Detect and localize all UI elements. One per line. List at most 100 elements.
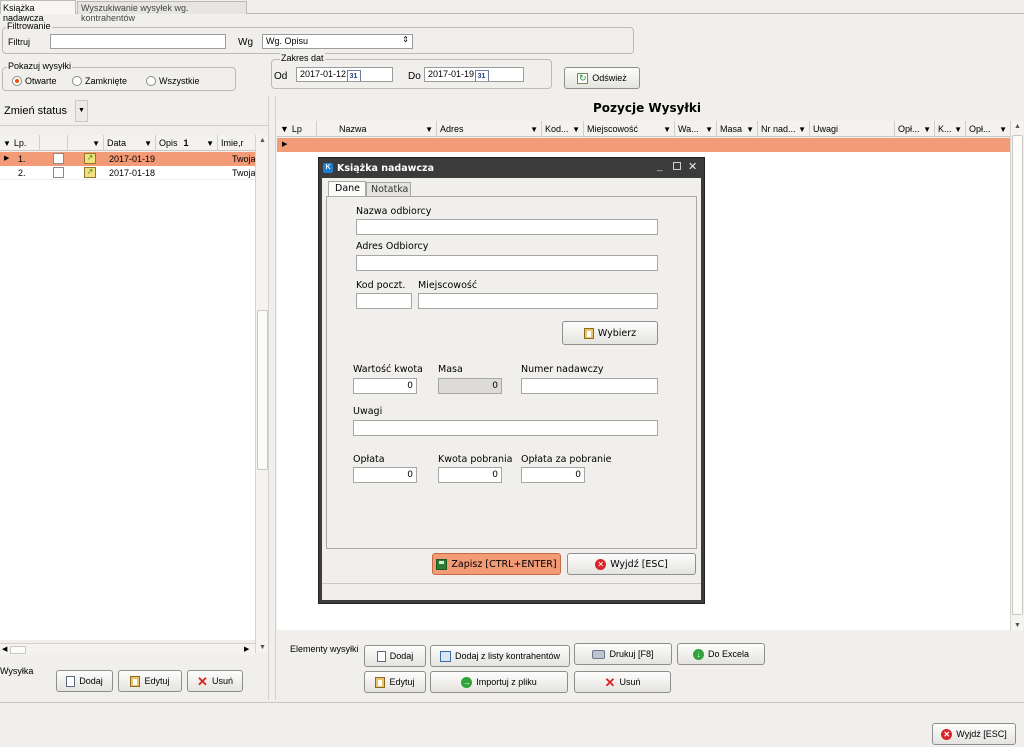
- tab-ksiazka-nadawcza[interactable]: Książka nadawcza: [0, 0, 76, 23]
- col-oplata-pobranie[interactable]: Opł... ▼: [966, 121, 1010, 137]
- fee-input[interactable]: 0: [353, 467, 417, 483]
- scroll-right-icon[interactable]: ▶: [244, 645, 249, 653]
- recipient-name-input[interactable]: [356, 219, 658, 235]
- date-from-value: 2017-01-12: [300, 69, 347, 79]
- print-button[interactable]: Drukuj [F8]: [574, 643, 672, 665]
- status-dropdown-icon[interactable]: ▼: [75, 100, 88, 122]
- scroll-thumb[interactable]: [1012, 135, 1023, 615]
- scroll-down-icon[interactable]: ▼: [1011, 622, 1024, 629]
- col-uwagi[interactable]: Uwagi: [810, 121, 895, 137]
- add-from-contacts-button[interactable]: Dodaj z listy kontrahentów: [430, 645, 570, 667]
- dialog-exit-button[interactable]: ✕ Wyjdź [ESC]: [567, 553, 696, 575]
- tab-notatka[interactable]: Notatka: [366, 182, 411, 196]
- col-data-label: Data: [107, 138, 127, 148]
- cod-fee-input[interactable]: 0: [521, 467, 585, 483]
- cod-input[interactable]: 0: [438, 467, 502, 483]
- hscroll-thumb[interactable]: [10, 646, 26, 654]
- wg-select[interactable]: Wg. Opisu ⇕: [262, 34, 413, 49]
- tab-bar: Książka nadawcza Wyszukiwanie wysyłek wg…: [0, 0, 1024, 23]
- envelope-arrow-icon: ↗: [84, 153, 96, 164]
- scroll-thumb[interactable]: [257, 310, 268, 470]
- address-input[interactable]: [356, 255, 658, 271]
- postcode-label: Kod poczt.: [356, 280, 406, 291]
- elements-delete-button[interactable]: ✕ Usuń: [574, 671, 671, 693]
- maximize-icon[interactable]: [673, 162, 681, 170]
- elements-add-button[interactable]: Dodaj: [364, 645, 426, 667]
- left-edit-button[interactable]: Edytuj: [118, 670, 182, 692]
- left-delete-button[interactable]: ✕ Usuń: [187, 670, 243, 692]
- elements-edit-button[interactable]: Edytuj: [364, 671, 426, 693]
- col-data[interactable]: Data ▼: [104, 135, 156, 151]
- minimize-icon[interactable]: _: [657, 161, 663, 172]
- cod-fee-label: Opłata za pobranie: [521, 454, 612, 465]
- right-scrollbar[interactable]: ▲ ▼: [1010, 121, 1023, 631]
- dialog-titlebar: K Książka nadawcza _ ✕: [319, 158, 704, 178]
- import-button[interactable]: → Importuj z pliku: [430, 671, 568, 693]
- elements-delete-label: Usuń: [619, 677, 641, 687]
- choose-button[interactable]: Wybierz: [562, 321, 658, 345]
- calendar-icon[interactable]: 31: [474, 70, 489, 81]
- left-scrollbar[interactable]: ▲ ▼: [255, 135, 268, 653]
- left-add-button[interactable]: Dodaj: [56, 670, 113, 692]
- table-row[interactable]: ▶ 1. ↗ 2017-01-19 Twoja: [0, 152, 256, 166]
- excel-button[interactable]: ↓ Do Excela: [677, 643, 765, 665]
- tab-dane[interactable]: Dane: [328, 181, 366, 196]
- radio-otwarte[interactable]: Otwarte: [12, 76, 57, 86]
- splitter[interactable]: [268, 96, 276, 700]
- city-input[interactable]: [418, 293, 658, 309]
- col-opis[interactable]: Opis 1 ▼: [156, 135, 218, 151]
- filtruj-input[interactable]: [50, 34, 226, 49]
- export-arrow-icon: ↓: [692, 648, 704, 660]
- col-masa[interactable]: Masa ▼: [717, 121, 758, 137]
- col-nazwa[interactable]: Nazwa ▼: [317, 121, 437, 137]
- table-row[interactable]: ▶: [277, 138, 1010, 152]
- funnel-icon: ▼: [572, 124, 580, 134]
- radio-dot-icon: [72, 76, 82, 86]
- tab-wyszukiwanie[interactable]: Wyszukiwanie wysyłek wg. kontrahentów: [77, 1, 247, 23]
- col-nr-nadawczy[interactable]: Nr nad... ▼: [758, 121, 810, 137]
- funnel-icon: ▼: [92, 138, 100, 148]
- col-icon[interactable]: ▼: [68, 135, 104, 151]
- status-label[interactable]: Zmień status: [4, 105, 67, 117]
- col-lp[interactable]: ▼ Lp: [277, 121, 317, 137]
- main-exit-button[interactable]: ✕ Wyjdź [ESC]: [932, 723, 1016, 745]
- col-lp[interactable]: ▼ Lp.: [0, 135, 40, 151]
- number-input[interactable]: [521, 378, 658, 394]
- notes-input[interactable]: [353, 420, 658, 436]
- row-checkbox[interactable]: [53, 167, 64, 178]
- col-adres[interactable]: Adres ▼: [437, 121, 542, 137]
- save-button[interactable]: Zapisz [CTRL+ENTER]: [432, 553, 561, 575]
- col-imie[interactable]: Imie,r: [218, 135, 255, 151]
- col-miejscowosc[interactable]: Miejscowość ▼: [584, 121, 675, 137]
- radio-dot-icon: [12, 76, 22, 86]
- bottom-divider: [0, 702, 1024, 703]
- clipboard-icon: [375, 676, 386, 688]
- row-checkbox[interactable]: [53, 153, 64, 164]
- col-lp-label: Lp: [291, 124, 302, 134]
- table-row[interactable]: 2. ↗ 2017-01-18 Twoja: [0, 166, 256, 180]
- postcode-input[interactable]: [356, 293, 412, 309]
- date-to-input[interactable]: 2017-01-19 31: [424, 67, 524, 82]
- import-label: Importuj z pliku: [476, 677, 537, 687]
- radio-wszystkie[interactable]: Wszystkie: [146, 76, 200, 86]
- left-table-header: ▼ Lp. ▼ Data ▼ Opis 1 ▼ Imie,r: [0, 135, 255, 151]
- col-wartosc[interactable]: Wa... ▼: [675, 121, 717, 137]
- left-hscrollbar[interactable]: ◀ ▶: [0, 643, 255, 655]
- value-input[interactable]: 0: [353, 378, 417, 394]
- col-kwota[interactable]: K... ▼: [935, 121, 966, 137]
- col-oplata-pobranie-label: Opł...: [969, 124, 991, 134]
- close-icon[interactable]: ✕: [688, 160, 697, 173]
- scroll-left-icon[interactable]: ◀: [2, 645, 7, 653]
- refresh-button[interactable]: ↻ Odśwież: [564, 67, 640, 89]
- scroll-up-icon[interactable]: ▲: [1011, 123, 1024, 130]
- col-kod[interactable]: Kod... ▼: [542, 121, 584, 137]
- print-label: Drukuj [F8]: [609, 649, 654, 659]
- radio-wszystkie-label: Wszystkie: [159, 76, 200, 86]
- calendar-icon[interactable]: 31: [346, 70, 361, 81]
- date-from-input[interactable]: 2017-01-12 31: [296, 67, 393, 82]
- col-check[interactable]: [40, 135, 68, 151]
- city-label: Miejscowość: [418, 280, 478, 291]
- radio-zamkniete[interactable]: Zamknięte: [72, 76, 127, 86]
- funnel-icon: ▼: [923, 124, 931, 134]
- col-oplata[interactable]: Opł... ▼: [895, 121, 935, 137]
